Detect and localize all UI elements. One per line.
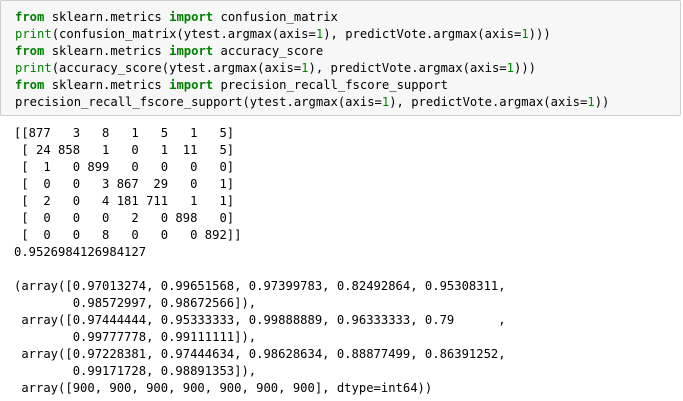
code-line: print(confusion_matrix(ytest.argmax(axis… xyxy=(15,26,609,43)
code-token: import xyxy=(169,44,214,58)
code-token: 1 xyxy=(587,95,595,109)
output-line: 0.99777778, 0.99111111]), xyxy=(14,330,257,344)
code-token: from xyxy=(15,44,45,58)
output-line: array([0.97444444, 0.95333333, 0.9988888… xyxy=(14,313,506,327)
output-line: [ 1 0 899 0 0 0 0] xyxy=(14,160,235,174)
code-token: precision_recall_fscore_support xyxy=(213,78,448,92)
code-line: from sklearn.metrics import accuracy_sco… xyxy=(15,43,609,60)
output-line: array([900, 900, 900, 900, 900, 900, 900… xyxy=(14,381,433,395)
code-token: )) xyxy=(594,95,610,109)
code-line: from sklearn.metrics import confusion_ma… xyxy=(15,9,609,26)
code-token: ), predictVote.argmax(axis= xyxy=(323,27,522,41)
code-token: ))) xyxy=(513,61,536,75)
code-token: precision_recall_fscore_support(ytest.ar… xyxy=(15,95,382,109)
code-token: sklearn.metrics xyxy=(44,78,170,92)
output-line: 0.98572997, 0.98672566]), xyxy=(14,296,257,310)
output-line: [ 24 858 1 0 1 11 5] xyxy=(14,143,235,157)
code-token: (confusion_matrix(ytest.argmax(axis= xyxy=(51,27,316,41)
code-token: print xyxy=(15,27,52,41)
output-line: [ 0 0 0 2 0 898 0] xyxy=(14,211,235,225)
code-token: sklearn.metrics xyxy=(44,44,170,58)
code-token: 1 xyxy=(506,61,514,75)
code-token: accuracy_score xyxy=(213,44,324,58)
output-line: (array([0.97013274, 0.99651568, 0.973997… xyxy=(14,279,506,293)
code-line: precision_recall_fscore_support(ytest.ar… xyxy=(15,94,609,111)
code-token: 1 xyxy=(301,61,309,75)
output-line: array([0.97228381, 0.97444634, 0.9862863… xyxy=(14,347,506,361)
code-token: ))) xyxy=(528,27,551,41)
code-line: from sklearn.metrics import precision_re… xyxy=(15,77,609,94)
code-token: import xyxy=(169,10,214,24)
code-token: confusion_matrix xyxy=(213,10,338,24)
output-line: [ 0 0 8 0 0 0 892]] xyxy=(14,228,242,242)
code-token: ), predictVote.argmax(axis= xyxy=(308,61,507,75)
code-token: print xyxy=(15,61,52,75)
output-line: 0.9526984126984127 xyxy=(14,245,147,259)
code-token: ), predictVote.argmax(axis= xyxy=(389,95,588,109)
output-line: [ 0 0 3 867 29 0 1] xyxy=(14,177,235,191)
output-line: 0.99171728, 0.98891353]), xyxy=(14,364,257,378)
code-line: print(accuracy_score(ytest.argmax(axis=1… xyxy=(15,60,609,77)
code-token: 1 xyxy=(521,27,529,41)
code-cell-input[interactable]: from sklearn.metrics import confusion_ma… xyxy=(0,0,681,116)
code-token: (accuracy_score(ytest.argmax(axis= xyxy=(51,61,302,75)
code-token: import xyxy=(169,78,214,92)
output-line: [[877 3 8 1 5 1 5] xyxy=(14,126,235,140)
code-token: sklearn.metrics xyxy=(44,10,170,24)
code-editor[interactable]: from sklearn.metrics import confusion_ma… xyxy=(15,9,609,111)
code-token: from xyxy=(15,10,45,24)
output-line: [ 2 0 4 181 711 1 1] xyxy=(14,194,235,208)
cell-output: [[877 3 8 1 5 1 5] [ 24 858 1 0 1 11 5] … xyxy=(14,125,506,397)
code-token: from xyxy=(15,78,45,92)
